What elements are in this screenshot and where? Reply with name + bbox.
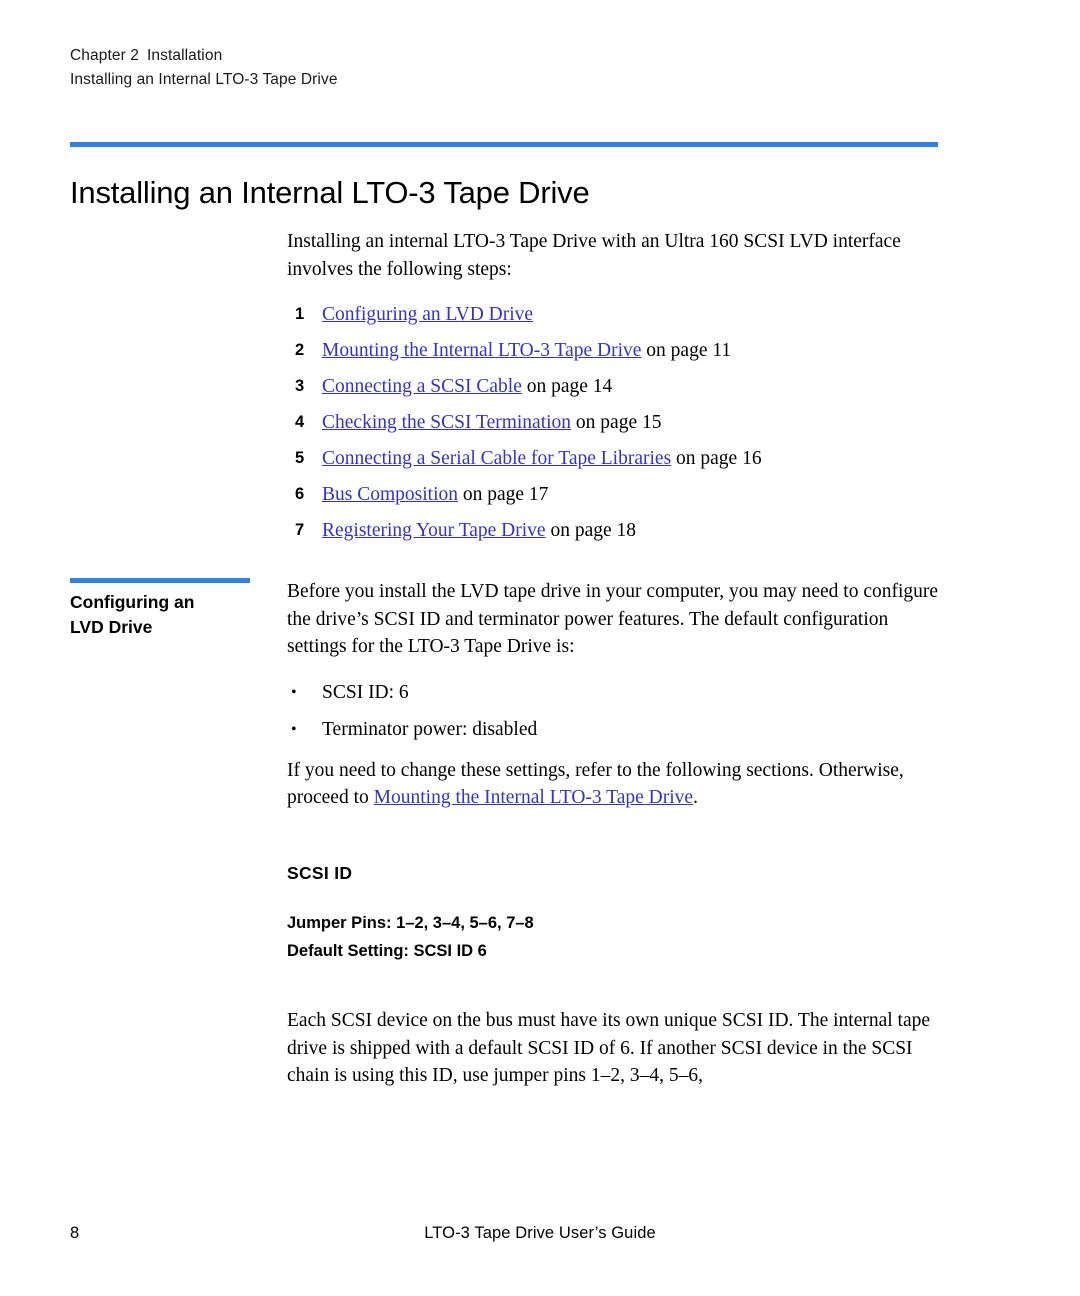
header-section-title: Installing an Internal LTO-3 Tape Drive <box>70 71 338 88</box>
list-item: Terminator power: disabled <box>287 716 947 743</box>
step-link[interactable]: Bus Composition <box>322 484 458 505</box>
header-chapter-title: Installation <box>146 47 223 64</box>
scsi-id-description: Each SCSI device on the bus must have it… <box>287 1010 931 1086</box>
header-chapter-line: Chapter 2 Installation <box>70 44 338 68</box>
step-link[interactable]: Connecting a Serial Cable for Tape Libra… <box>322 448 671 469</box>
step-number: 2 <box>295 341 305 359</box>
step-item: 7 Registering Your Tape Drive on page 18 <box>287 517 947 544</box>
step-number: 5 <box>295 449 305 467</box>
step-item: 5 Connecting a Serial Cable for Tape Libr… <box>287 445 947 472</box>
step-link[interactable]: Configuring an LVD Drive <box>322 304 533 325</box>
header-chapter: Chapter 2 <box>70 47 139 64</box>
step-link[interactable]: Checking the SCSI Termination <box>322 412 571 433</box>
step-page-reference: on page 15 <box>571 412 662 433</box>
body-column: Installing an internal LTO-3 Tape Drive … <box>287 228 947 1108</box>
title-rule <box>70 142 938 147</box>
step-item: 3 Connecting a SCSI Cable on page 14 <box>287 373 947 400</box>
intro-paragraph: Installing an internal LTO-3 Tape Drive … <box>287 231 901 280</box>
step-item: 4 Checking the SCSI Termination on page 1… <box>287 409 947 436</box>
step-link[interactable]: Registering Your Tape Drive <box>322 520 546 541</box>
step-page-reference: on page 17 <box>458 484 549 505</box>
page-title: Installing an Internal LTO-3 Tape Drive <box>70 174 590 210</box>
step-page-reference: on page 16 <box>671 448 762 469</box>
step-item: 1 Configuring an LVD Drive <box>287 301 947 328</box>
list-item: SCSI ID: 6 <box>287 679 947 706</box>
step-link[interactable]: Connecting a SCSI Cable <box>322 376 522 397</box>
followup-suffix: . <box>693 787 698 808</box>
step-number: 4 <box>295 413 305 431</box>
step-page-reference: on page 11 <box>641 340 732 361</box>
section-heading-line-1: Configuring an <box>70 592 195 612</box>
step-number: 7 <box>295 521 305 539</box>
section-heading-line-2: LVD Drive <box>70 617 153 637</box>
document-page: Chapter 2 Installation Installing an Inte… <box>0 0 1080 1296</box>
step-link[interactable]: Mounting the Internal LTO-3 Tape Drive <box>322 340 641 361</box>
section-heading: Configuring an LVD Drive <box>70 590 270 640</box>
scsi-id-specs: Jumper Pins: 1–2, 3–4, 5–6, 7–8 Default … <box>287 909 947 965</box>
default-settings-list: SCSI ID: 6 Terminator power: disabled <box>287 679 947 743</box>
step-number: 3 <box>295 377 305 395</box>
default-setting-line: Default Setting: SCSI ID 6 <box>287 942 487 960</box>
footer-document-title: LTO-3 Tape Drive User’s Guide <box>424 1224 656 1242</box>
steps-list: 1 Configuring an LVD Drive 2 Mounting the I… <box>287 301 947 544</box>
step-page-reference: on page 18 <box>545 520 637 541</box>
section-heading-rule <box>70 578 250 583</box>
configure-intro-paragraph: Before you install the LVD tape drive in… <box>287 581 939 657</box>
followup-paragraph: If you need to change these settings, re… <box>287 757 947 812</box>
step-number: 6 <box>295 485 305 503</box>
step-item: 6 Bus Composition on page 17 <box>287 481 947 508</box>
step-item: 2 Mounting the Internal LTO-3 Tape Drive … <box>287 337 947 364</box>
jumper-pins-line: Jumper Pins: 1–2, 3–4, 5–6, 7–8 <box>287 914 534 932</box>
step-page-reference: on page 14 <box>521 376 613 397</box>
link-mounting-internal-tape-drive[interactable]: Mounting the Internal LTO-3 Tape Drive <box>374 787 693 808</box>
step-number: 1 <box>295 305 305 323</box>
running-header: Chapter 2 Installation Installing an Inte… <box>70 44 338 92</box>
scsi-id-heading: SCSI ID <box>287 862 353 883</box>
